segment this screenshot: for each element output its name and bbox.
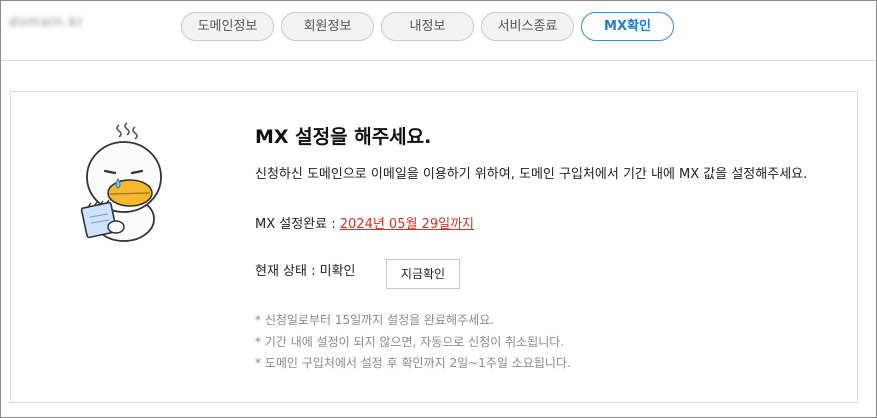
tab-member-info[interactable]: 회원정보 [281,12,374,41]
worried-character-icon [80,122,162,242]
notice-item: * 신청일로부터 15일까지 설정을 완료해주세요. [255,313,495,327]
tab-my-info[interactable]: 내정보 [381,12,474,41]
check-now-button[interactable]: 지금확인 [386,259,460,289]
mx-completion-line: MX 설정완료 : 2024년 05월 29일까지 [255,215,474,235]
status-row: 현재 상태 : 미확인 지금확인 [255,257,460,289]
tab-service-end[interactable]: 서비스종료 [481,12,574,41]
header-divider [2,60,875,61]
current-status: 현재 상태 : 미확인 [255,264,356,279]
notice-list: * 신청일로부터 15일까지 설정을 완료해주세요. * 기간 내에 설정이 되… [255,310,571,375]
domain-name-blurred: domain.kr [9,15,84,30]
completion-label: MX 설정완료 : [255,217,340,232]
notice-item: * 도메인 구입처에서 설정 후 확인까지 2일~1주일 소요됩니다. [255,356,571,370]
completion-deadline-link[interactable]: 2024년 05월 29일까지 [340,217,474,232]
notice-item: * 기간 내에 설정이 되지 않으면, 자동으로 신청이 취소됩니다. [255,334,565,349]
tab-domain-info[interactable]: 도메인정보 [181,12,274,41]
page-title: MX 설정을 해주세요. [255,126,432,148]
tab-mx-check[interactable]: MX확인 [581,12,674,41]
mx-description: 신청하신 도메인으로 이메일을 이용하기 위하여, 도메인 구입처에서 기간 내… [255,167,808,182]
